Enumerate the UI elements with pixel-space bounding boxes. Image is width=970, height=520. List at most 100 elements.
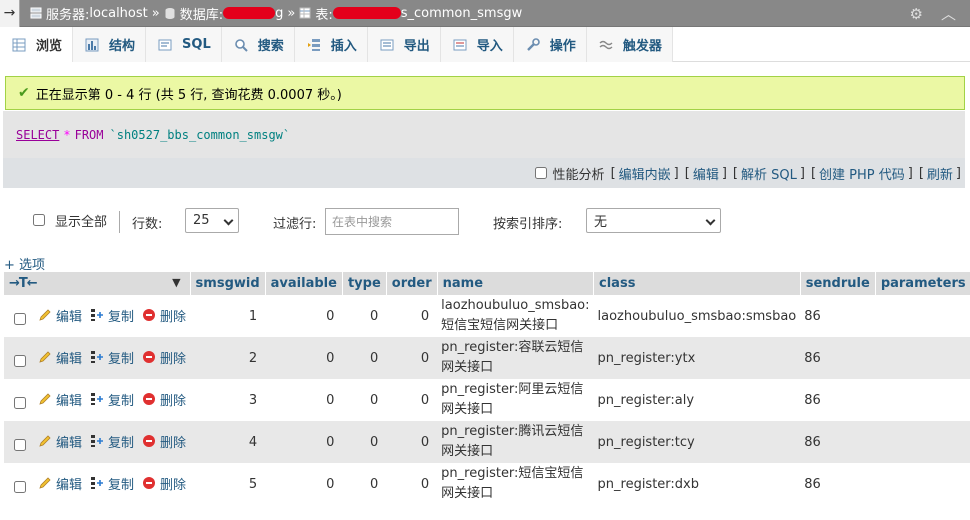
tab-import[interactable]: 导入 xyxy=(440,27,514,62)
breadcrumb-server[interactable]: 服务器: localhost » xyxy=(30,4,164,23)
cell-type[interactable]: 0 xyxy=(342,421,387,463)
explain-sql-link[interactable]: 解析 SQL xyxy=(741,164,797,183)
cell-sendrule[interactable]: 86 xyxy=(800,379,876,421)
cell-smsgwid[interactable]: 2 xyxy=(190,337,266,379)
column-arrows-header[interactable]: →T← ▼ xyxy=(4,272,191,295)
row-checkbox[interactable] xyxy=(14,354,26,367)
breadcrumb-database[interactable]: 数据库: g » xyxy=(164,4,300,23)
cell-parameters[interactable] xyxy=(875,421,970,463)
cell-type[interactable]: 0 xyxy=(342,379,387,421)
delete-row-button[interactable]: 删除 xyxy=(142,306,186,325)
column-header-sendrule[interactable]: sendrule xyxy=(800,272,876,295)
cell-name[interactable]: pn_register:腾讯云短信网关接口 xyxy=(437,421,594,463)
tab-search[interactable]: 搜索 xyxy=(221,27,295,62)
delete-row-button[interactable]: 删除 xyxy=(142,348,186,367)
copy-row-button[interactable]: 复制 xyxy=(90,306,134,325)
refresh-link[interactable]: 刷新 xyxy=(927,164,953,183)
cell-name[interactable]: pn_register:阿里云短信网关接口 xyxy=(437,379,594,421)
cell-sendrule[interactable]: 86 xyxy=(800,295,876,337)
cell-smsgwid[interactable]: 1 xyxy=(190,295,266,337)
cell-available[interactable]: 0 xyxy=(265,379,343,421)
cell-sendrule[interactable]: 86 xyxy=(800,463,876,505)
column-header-type[interactable]: type xyxy=(342,272,387,295)
cell-type[interactable]: 0 xyxy=(342,295,387,337)
cell-order[interactable]: 0 xyxy=(386,463,438,505)
cell-smsgwid[interactable]: 5 xyxy=(190,463,266,505)
delete-row-button[interactable]: 删除 xyxy=(142,432,186,451)
show-all-label[interactable]: 显示全部 xyxy=(55,211,107,230)
cell-class[interactable]: pn_register:aly xyxy=(593,379,801,421)
copy-row-button[interactable]: 复制 xyxy=(90,432,134,451)
tab-insert[interactable]: 插入 xyxy=(294,27,368,62)
copy-row-button[interactable]: 复制 xyxy=(90,390,134,409)
cell-available[interactable]: 0 xyxy=(265,421,343,463)
cell-sendrule[interactable]: 86 xyxy=(800,421,876,463)
edit-row-button[interactable]: 编辑 xyxy=(38,432,82,451)
cell-available[interactable]: 0 xyxy=(265,463,343,505)
row-checkbox[interactable] xyxy=(14,438,26,451)
cell-type[interactable]: 0 xyxy=(342,337,387,379)
breadcrumb-table[interactable]: 表: s_common_smsgw xyxy=(299,4,522,23)
sql-query-box[interactable]: SELECT * FROM `sh0527_bbs_common_smsgw` xyxy=(3,111,965,159)
column-header-parameters[interactable]: parameters xyxy=(875,272,970,295)
cell-name[interactable]: pn_register:短信宝短信网关接口 xyxy=(437,463,594,505)
edit-row-button[interactable]: 编辑 xyxy=(38,474,82,493)
edit-row-button[interactable]: 编辑 xyxy=(38,306,82,325)
column-header-available[interactable]: available xyxy=(265,272,343,295)
cell-parameters[interactable] xyxy=(875,463,970,505)
tab-browse[interactable]: 浏览 xyxy=(0,27,74,62)
rows-select[interactable]: 25 xyxy=(185,208,239,233)
cell-sendrule[interactable]: 86 xyxy=(800,337,876,379)
cell-order[interactable]: 0 xyxy=(386,295,438,337)
cell-parameters[interactable] xyxy=(875,337,970,379)
row-checkbox[interactable] xyxy=(14,312,26,325)
cell-order[interactable]: 0 xyxy=(386,421,438,463)
sort-index-select[interactable]: 无 xyxy=(586,208,721,233)
profiling-checkbox[interactable] xyxy=(534,167,547,179)
cell-smsgwid[interactable]: 3 xyxy=(190,379,266,421)
column-header-name[interactable]: name xyxy=(437,272,595,295)
cell-name[interactable]: laozhoubuluo_smsbao:短信宝短信网关接口 xyxy=(437,295,594,337)
column-header-class[interactable]: class xyxy=(593,272,801,295)
cell-class[interactable]: pn_register:ytx xyxy=(593,337,801,379)
cell-available[interactable]: 0 xyxy=(265,337,343,379)
cell-class[interactable]: laozhoubuluo_smsbao:smsbao xyxy=(593,295,801,337)
cell-order[interactable]: 0 xyxy=(386,379,438,421)
sort-caret-icon[interactable]: ▼ xyxy=(172,276,180,289)
cell-smsgwid[interactable]: 4 xyxy=(190,421,266,463)
edit-row-button[interactable]: 编辑 xyxy=(38,348,82,367)
collapse-arrow-button[interactable]: → xyxy=(0,0,20,27)
tab-export[interactable]: 导出 xyxy=(367,27,441,62)
row-checkbox[interactable] xyxy=(14,480,26,493)
edit-row-button[interactable]: 编辑 xyxy=(38,390,82,409)
cell-order[interactable]: 0 xyxy=(386,337,438,379)
inline-edit-link[interactable]: 编辑内嵌 xyxy=(619,164,671,183)
create-php-link[interactable]: 创建 PHP 代码 xyxy=(819,164,905,183)
gear-icon[interactable]: ⚙ xyxy=(910,5,923,23)
cell-type[interactable]: 0 xyxy=(342,463,387,505)
cell-class[interactable]: pn_register:tcy xyxy=(593,421,801,463)
row-checkbox[interactable] xyxy=(14,396,26,409)
cell-parameters[interactable] xyxy=(875,295,970,337)
options-link[interactable]: + 选项 xyxy=(4,254,45,273)
chevron-up-icon[interactable]: ︿ xyxy=(941,3,956,24)
sql-keyword-select[interactable]: SELECT xyxy=(16,128,59,142)
column-header-smsgwid[interactable]: smsgwid xyxy=(190,272,266,295)
copy-row-button[interactable]: 复制 xyxy=(90,474,134,493)
tab-sql[interactable]: SQL xyxy=(146,27,222,62)
cell-available[interactable]: 0 xyxy=(265,295,343,337)
server-name[interactable]: localhost xyxy=(89,6,147,21)
column-header-order[interactable]: order xyxy=(386,272,438,295)
cell-parameters[interactable] xyxy=(875,379,970,421)
cell-class[interactable]: pn_register:dxb xyxy=(593,463,801,505)
cell-name[interactable]: pn_register:容联云短信网关接口 xyxy=(437,337,594,379)
tab-wrench[interactable]: 操作 xyxy=(513,27,587,62)
delete-row-button[interactable]: 删除 xyxy=(142,390,186,409)
delete-row-button[interactable]: 删除 xyxy=(142,474,186,493)
edit-query-link[interactable]: 编辑 xyxy=(693,164,719,183)
copy-row-button[interactable]: 复制 xyxy=(90,348,134,367)
show-all-checkbox[interactable] xyxy=(33,214,45,226)
filter-rows-input[interactable]: 在表中搜索 xyxy=(325,208,459,235)
tab-structure[interactable]: 结构 xyxy=(73,27,147,62)
profiling-label[interactable]: 性能分析 xyxy=(553,164,605,183)
